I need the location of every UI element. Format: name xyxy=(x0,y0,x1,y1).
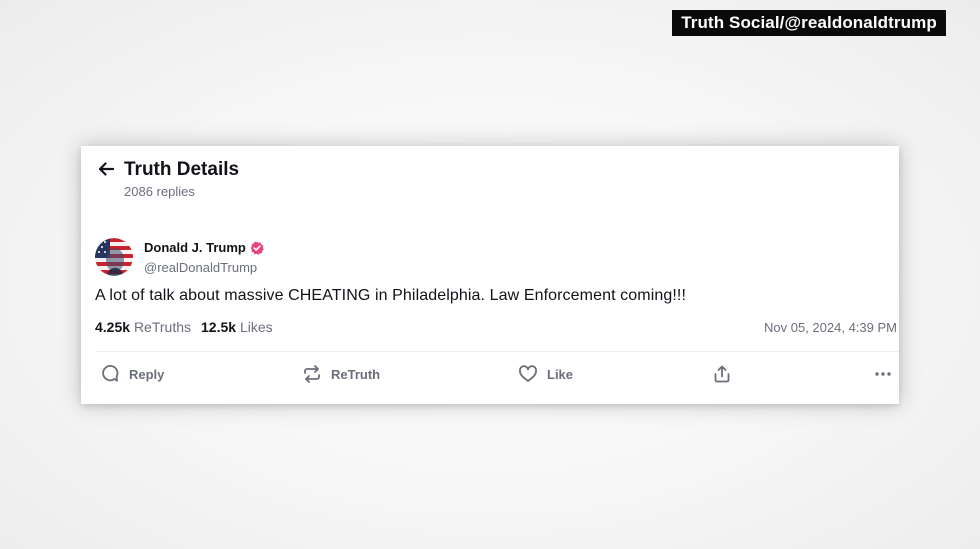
likes-stat[interactable]: 12.5k Likes xyxy=(201,319,273,335)
reply-label: Reply xyxy=(129,366,165,382)
post-stats: 4.25k ReTruths 12.5k Likes xyxy=(95,319,273,335)
share-button[interactable] xyxy=(712,363,732,385)
retruth-icon xyxy=(302,364,322,384)
post-text: A lot of talk about massive CHEATING in … xyxy=(95,287,686,304)
like-label: Like xyxy=(547,366,574,382)
divider xyxy=(95,351,899,352)
reply-icon xyxy=(100,364,120,384)
author-handle[interactable]: @realDonaldTrump xyxy=(144,260,257,275)
author-name[interactable]: Donald J. Trump xyxy=(144,240,264,255)
retruths-stat[interactable]: 4.25k ReTruths xyxy=(95,319,191,335)
retruths-label: ReTruths xyxy=(133,319,191,335)
heart-icon xyxy=(518,364,538,384)
author-name-text[interactable]: Donald J. Trump xyxy=(144,240,246,255)
more-horizontal-icon xyxy=(873,364,893,384)
page-title: Truth Details xyxy=(124,159,240,180)
likes-count: 12.5k xyxy=(201,319,237,335)
reply-button[interactable]: Reply xyxy=(100,363,164,385)
source-caption: Truth Social/@realdonaldtrump xyxy=(672,10,946,36)
avatar[interactable] xyxy=(95,238,133,276)
truth-details-card: Truth Details 2086 replies Donald J. Tru… xyxy=(81,146,899,404)
post-timestamp: Nov 05, 2024, 4:39 PM xyxy=(764,320,897,335)
more-options-button[interactable] xyxy=(873,363,893,385)
retruth-button[interactable]: ReTruth xyxy=(302,363,380,385)
like-button[interactable]: Like xyxy=(518,363,573,385)
retruth-label: ReTruth xyxy=(331,366,381,382)
retruths-count: 4.25k xyxy=(95,319,131,335)
arrow-left-icon[interactable] xyxy=(96,159,116,179)
likes-label: Likes xyxy=(239,319,273,335)
reply-count: 2086 replies xyxy=(124,184,195,199)
share-icon xyxy=(712,364,732,384)
verified-badge-icon xyxy=(250,241,264,255)
